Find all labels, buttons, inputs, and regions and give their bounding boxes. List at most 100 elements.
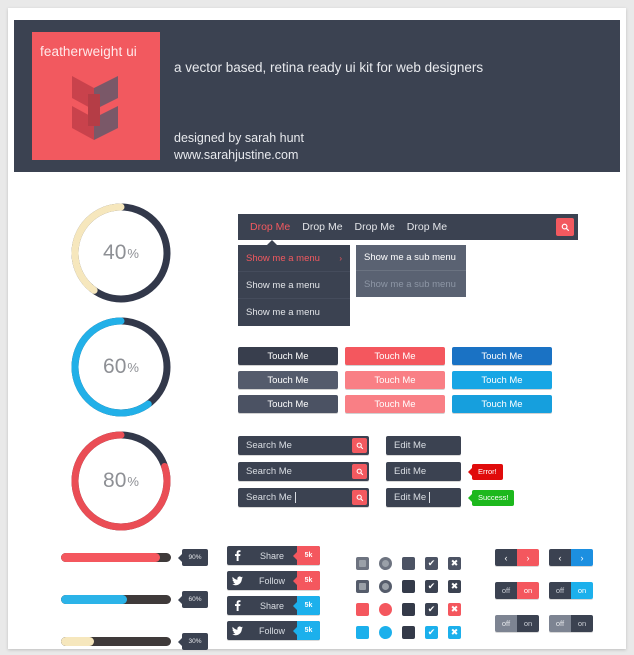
checkbox[interactable]: ✖ bbox=[448, 603, 461, 616]
toggle-off-half[interactable]: off bbox=[549, 582, 571, 599]
checkbox[interactable] bbox=[402, 557, 415, 570]
social-count-badge: 5k bbox=[293, 546, 320, 565]
edit-input[interactable]: Edit Me bbox=[386, 462, 461, 481]
search-input[interactable]: Search Me bbox=[238, 488, 369, 507]
ui-kit-page: featherweight ui a vector based, retina … bbox=[0, 0, 634, 655]
next-arrow-button[interactable]: › bbox=[571, 549, 593, 566]
menu-item[interactable]: Show me a menu bbox=[238, 272, 350, 299]
toggle-row: off on off on bbox=[495, 615, 603, 632]
navbar-item[interactable]: Drop Me bbox=[343, 221, 395, 233]
social-button[interactable]: Follow 5k bbox=[227, 621, 320, 640]
checkbox[interactable] bbox=[356, 626, 369, 639]
touch-button-row: Touch Me Touch Me Touch Me bbox=[238, 395, 559, 413]
submenu-item[interactable]: Show me a sub menu bbox=[356, 245, 466, 271]
circular-progress-label: 60% bbox=[66, 312, 176, 422]
navbar-item[interactable]: Drop Me bbox=[395, 221, 447, 233]
touch-me-button[interactable]: Touch Me bbox=[345, 395, 445, 413]
search-input[interactable]: Search Me bbox=[238, 436, 369, 455]
checkbox[interactable] bbox=[402, 626, 415, 639]
chevron-left-icon: ‹ bbox=[504, 552, 508, 563]
percent-sign: % bbox=[127, 473, 139, 489]
toggle-off-label: off bbox=[501, 586, 511, 595]
checkbox[interactable]: ✔ bbox=[425, 557, 438, 570]
prev-arrow-button[interactable]: ‹ bbox=[495, 549, 517, 566]
progress-bar-fill bbox=[61, 553, 160, 562]
toggle-on-half[interactable]: on bbox=[571, 615, 593, 632]
social-count-badge: 5k bbox=[293, 571, 320, 590]
toggle-off-half[interactable]: off bbox=[549, 615, 571, 632]
checkbox[interactable]: ✔ bbox=[425, 603, 438, 616]
radio-button[interactable] bbox=[379, 580, 392, 593]
checkbox[interactable] bbox=[356, 580, 369, 593]
edit-input[interactable]: Edit Me bbox=[386, 488, 461, 507]
checkbox[interactable]: ✖ bbox=[448, 626, 461, 639]
circular-progress-group: 40% 60% 80% bbox=[66, 198, 176, 540]
facebook-icon bbox=[227, 550, 247, 561]
progress-bar-track[interactable] bbox=[61, 637, 171, 646]
navbar-search-button[interactable] bbox=[556, 218, 574, 236]
touch-me-button[interactable]: Touch Me bbox=[238, 347, 338, 365]
navbar-item[interactable]: Drop Me bbox=[290, 221, 342, 233]
touch-me-button[interactable]: Touch Me bbox=[345, 371, 445, 389]
progress-percent-label: 30% bbox=[188, 638, 202, 645]
touch-me-button[interactable]: Touch Me bbox=[452, 347, 552, 365]
edit-input[interactable]: Edit Me bbox=[386, 436, 461, 455]
menu-item[interactable]: Show me a menu › bbox=[238, 245, 350, 272]
progress-bar-track[interactable] bbox=[61, 553, 171, 562]
check-icon: ✔ bbox=[427, 558, 436, 568]
social-button[interactable]: Follow 5k bbox=[227, 571, 320, 590]
radio-button[interactable] bbox=[379, 557, 392, 570]
search-input[interactable]: Search Me bbox=[238, 462, 369, 481]
checkbox[interactable]: ✔ bbox=[425, 626, 438, 639]
touch-me-button[interactable]: Touch Me bbox=[452, 395, 552, 413]
toggle-on-half[interactable]: on bbox=[571, 582, 593, 599]
next-arrow-button[interactable]: › bbox=[517, 549, 539, 566]
social-button[interactable]: Share 5k bbox=[227, 596, 320, 615]
touch-me-button[interactable]: Touch Me bbox=[345, 347, 445, 365]
control-inner-dot bbox=[359, 560, 366, 567]
off-on-toggle[interactable]: off on bbox=[549, 582, 593, 599]
text-caret bbox=[294, 492, 296, 503]
submenu-item[interactable]: Show me a sub menu bbox=[356, 271, 466, 297]
off-on-toggle[interactable]: off on bbox=[495, 582, 539, 599]
toggle-off-half[interactable]: off bbox=[495, 615, 517, 632]
off-on-toggle[interactable]: off on bbox=[495, 615, 539, 632]
social-button[interactable]: Share 5k bbox=[227, 546, 320, 565]
cross-icon: ✖ bbox=[450, 627, 459, 637]
social-count-badge: 5k bbox=[293, 596, 320, 615]
touch-me-button[interactable]: Touch Me bbox=[452, 371, 552, 389]
radio-button[interactable] bbox=[379, 626, 392, 639]
toggle-on-label: on bbox=[577, 619, 587, 628]
cross-icon: ✖ bbox=[450, 581, 459, 591]
search-submit-button[interactable] bbox=[352, 490, 367, 505]
radio-button[interactable] bbox=[379, 603, 392, 616]
checkbox[interactable] bbox=[402, 603, 415, 616]
menu-item[interactable]: Show me a menu bbox=[238, 299, 350, 326]
twitter-icon bbox=[231, 575, 243, 585]
checkbox[interactable] bbox=[356, 603, 369, 616]
toggle-on-half[interactable]: on bbox=[517, 615, 539, 632]
checkbox[interactable]: ✖ bbox=[448, 580, 461, 593]
search-submit-button[interactable] bbox=[352, 438, 367, 453]
search-submit-button[interactable] bbox=[352, 464, 367, 479]
toggle-off-label: off bbox=[555, 586, 565, 595]
check-icon: ✔ bbox=[427, 604, 436, 614]
logo-tile: featherweight ui bbox=[32, 32, 160, 160]
checkbox[interactable]: ✖ bbox=[448, 557, 461, 570]
checkbox[interactable] bbox=[356, 557, 369, 570]
progress-bar-track[interactable] bbox=[61, 595, 171, 604]
progress-percent-badge: 90% bbox=[178, 549, 208, 566]
touch-me-button[interactable]: Touch Me bbox=[238, 395, 338, 413]
off-on-toggle[interactable]: off on bbox=[549, 615, 593, 632]
social-count-label: 5k bbox=[304, 577, 313, 584]
edit-input-value: Edit Me bbox=[394, 440, 427, 451]
toggle-off-half[interactable]: off bbox=[495, 582, 517, 599]
checkbox[interactable]: ✔ bbox=[425, 580, 438, 593]
toggle-off-label: off bbox=[501, 619, 511, 628]
prev-arrow-button[interactable]: ‹ bbox=[549, 549, 571, 566]
chevron-right-icon: › bbox=[339, 253, 342, 263]
touch-me-button[interactable]: Touch Me bbox=[238, 371, 338, 389]
checkbox[interactable] bbox=[402, 580, 415, 593]
navbar-item[interactable]: Drop Me bbox=[238, 221, 290, 233]
toggle-on-half[interactable]: on bbox=[517, 582, 539, 599]
